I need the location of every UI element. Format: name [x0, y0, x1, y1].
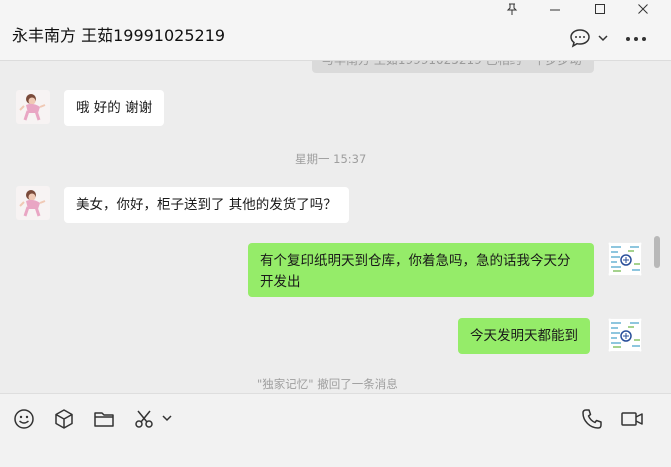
chat-header: 永丰南方 王茹19991025219: [0, 0, 671, 61]
maximize-icon[interactable]: [585, 0, 615, 18]
minimize-icon[interactable]: [540, 0, 570, 18]
input-toolbar: [0, 393, 671, 467]
sticker-box-icon[interactable]: [53, 408, 75, 430]
video-icon[interactable]: [620, 408, 644, 430]
scissors-icon[interactable]: [133, 408, 155, 430]
timestamp: 星期一 15:37: [295, 152, 367, 166]
more-icon[interactable]: [625, 36, 647, 42]
chat-title: 永丰南方 王茹19991025219: [12, 26, 226, 45]
message-bubble-incoming[interactable]: 美女，你好，柜子送到了 其他的发货了吗？: [64, 187, 349, 223]
folder-icon[interactable]: [93, 408, 115, 430]
pin-icon[interactable]: [497, 0, 527, 18]
close-icon[interactable]: [628, 0, 658, 18]
cutoff-message-bubble: 与丰南方 王茹19991025219 已相约一下步步动: [312, 61, 594, 73]
phone-icon[interactable]: [581, 408, 603, 430]
message-bubble-incoming[interactable]: 哦 好的 谢谢: [64, 90, 165, 126]
contact-avatar[interactable]: [16, 90, 50, 124]
emoji-icon[interactable]: [13, 408, 35, 430]
contact-avatar[interactable]: [16, 186, 50, 220]
chevron-down-icon[interactable]: [597, 33, 609, 43]
chat-bubble-icon[interactable]: [569, 28, 591, 48]
message-bubble-outgoing[interactable]: 今天发明天都能到: [458, 318, 590, 354]
message-line: 有个复印纸明天到仓库，你着急吗，急的话我今天分: [260, 253, 571, 269]
message-line: 开发出: [260, 274, 301, 290]
chat-message-area[interactable]: 与丰南方 王茹19991025219 已相约一下步步动 哦 好的 谢谢 星期一 …: [0, 61, 671, 393]
chevron-down-icon[interactable]: [161, 413, 173, 423]
recall-notice: "独家记忆" 撤回了一条消息: [257, 377, 398, 391]
chat-scrollbar[interactable]: [654, 236, 660, 268]
my-avatar[interactable]: [608, 242, 642, 276]
message-bubble-outgoing[interactable]: 有个复印纸明天到仓库，你着急吗，急的话我今天分 开发出: [248, 243, 594, 297]
my-avatar[interactable]: [608, 318, 642, 352]
